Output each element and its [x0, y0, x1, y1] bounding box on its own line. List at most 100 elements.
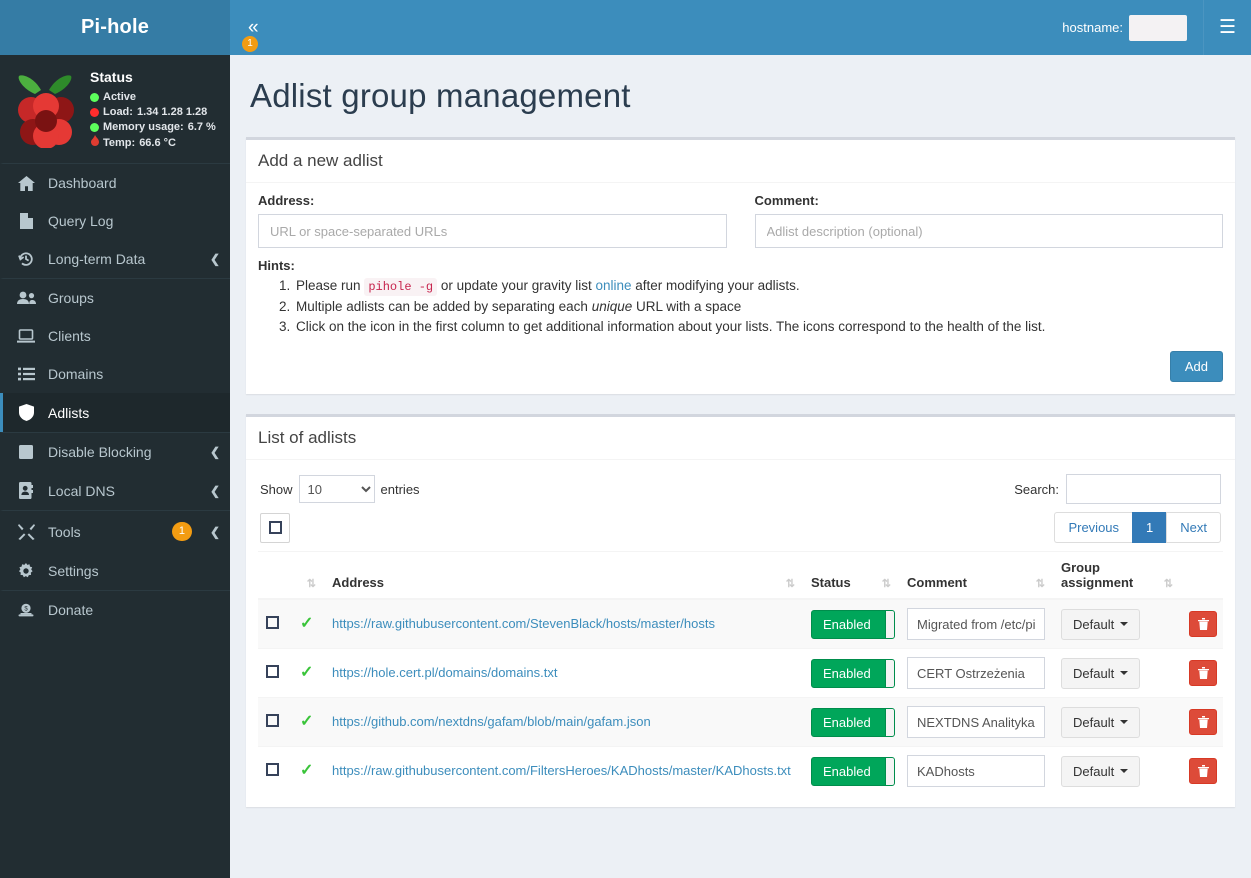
sidebar-item-settings[interactable]: Settings	[0, 552, 230, 590]
sidebar: Pi-hole Status Active Load: 1.34 1.28 1.…	[0, 0, 230, 878]
cell-health[interactable]: ✓	[292, 746, 324, 795]
table-controls-top: Show 10 entries Search:	[258, 470, 1223, 504]
hamburger-menu-icon[interactable]: ☰	[1203, 0, 1251, 55]
search-input[interactable]	[1066, 474, 1221, 504]
status-toggle-button[interactable]: Enabled	[811, 658, 895, 688]
cell-comment	[899, 598, 1053, 649]
row-comment-input[interactable]	[907, 706, 1045, 738]
th-group-assignment[interactable]: Group assignment ⇅	[1053, 551, 1181, 600]
address-label: Address:	[258, 193, 315, 208]
check-icon[interactable]: ✓	[300, 762, 313, 779]
check-icon[interactable]: ✓	[300, 664, 313, 681]
row-checkbox[interactable]	[266, 665, 279, 678]
chevron-left-icon: ❮	[209, 252, 220, 266]
adlist-url-link[interactable]: https://github.com/nextdns/gafam/blob/ma…	[332, 714, 651, 729]
row-comment-input[interactable]	[907, 608, 1045, 640]
raspberry-pi-logo-icon	[8, 67, 84, 151]
cell-comment	[899, 697, 1053, 747]
check-icon[interactable]: ✓	[300, 615, 313, 632]
file-icon	[16, 213, 36, 229]
sidebar-item-query-log[interactable]: Query Log	[0, 202, 230, 240]
donate-icon: $	[16, 603, 36, 618]
pagination-previous[interactable]: Previous	[1054, 512, 1133, 543]
table-row: ✓ https://github.com/nextdns/gafam/blob/…	[258, 697, 1223, 747]
sidebar-item-tools[interactable]: Tools 1 ❮	[0, 510, 230, 552]
cell-checkbox[interactable]	[258, 648, 292, 698]
cell-health[interactable]: ✓	[292, 697, 324, 747]
row-checkbox[interactable]	[266, 616, 279, 629]
sidebar-item-local-dns[interactable]: Local DNS ❮	[0, 471, 230, 510]
trash-icon	[1197, 716, 1209, 728]
hint-item-3: Click on the icon in the first column to…	[294, 317, 1223, 337]
group-label: Default	[1073, 714, 1115, 730]
row-checkbox[interactable]	[266, 763, 279, 776]
trash-icon	[1197, 765, 1209, 777]
group-assignment-dropdown[interactable]: Default	[1061, 657, 1141, 689]
adlist-url-link[interactable]: https://raw.githubusercontent.com/Steven…	[332, 616, 715, 631]
add-adlist-button[interactable]: Add	[1169, 351, 1223, 382]
sidebar-item-donate[interactable]: $ Donate	[0, 590, 230, 629]
cell-address: https://raw.githubusercontent.com/Filter…	[324, 746, 803, 795]
cell-checkbox[interactable]	[258, 697, 292, 747]
status-toggle-button[interactable]: Enabled	[811, 609, 895, 639]
adlist-url-link[interactable]: https://hole.cert.pl/domains/domains.txt	[332, 665, 557, 680]
th-status[interactable]: Status ⇅	[803, 551, 899, 600]
cell-health[interactable]: ✓	[292, 598, 324, 649]
adlist-table-box: List of adlists Show 10 entries Search:	[246, 414, 1235, 807]
th-address-label: Address	[332, 575, 385, 590]
cell-checkbox[interactable]	[258, 598, 292, 649]
chevron-down-icon	[1120, 720, 1129, 724]
address-input[interactable]	[258, 214, 727, 248]
pagination: Previous 1 Next	[1054, 512, 1221, 543]
sidebar-collapse-toggle[interactable]: « 1	[230, 18, 273, 52]
sidebar-item-adlists[interactable]: Adlists	[0, 393, 230, 432]
gravity-online-link[interactable]: online	[595, 278, 631, 293]
delete-row-button[interactable]	[1189, 660, 1217, 686]
pihole-admin-app: Pi-hole Status Active Load: 1.34 1.28 1.…	[0, 0, 1251, 878]
delete-row-button[interactable]	[1189, 611, 1217, 637]
status-memory-label: Memory usage:	[103, 121, 184, 133]
status-toggle-button[interactable]: Enabled	[811, 707, 895, 737]
add-adlist-title: Add a new adlist	[258, 151, 383, 170]
adlist-url-link[interactable]: https://raw.githubusercontent.com/Filter…	[332, 763, 791, 778]
delete-row-button[interactable]	[1189, 709, 1217, 735]
cell-checkbox[interactable]	[258, 746, 292, 795]
sidebar-item-disable-blocking[interactable]: Disable Blocking ❮	[0, 432, 230, 471]
adlists-table-body: ✓ https://raw.githubusercontent.com/Stev…	[258, 598, 1223, 795]
group-assignment-dropdown[interactable]: Default	[1061, 706, 1141, 738]
status-load-label: Load:	[103, 106, 133, 118]
tools-icon	[16, 523, 36, 540]
cell-group: Default	[1053, 598, 1181, 649]
comment-input[interactable]	[754, 214, 1223, 248]
flame-icon	[90, 135, 99, 151]
select-all-button[interactable]	[260, 512, 290, 543]
sidebar-item-domains[interactable]: Domains	[0, 355, 230, 393]
sidebar-item-clients[interactable]: Clients	[0, 317, 230, 355]
th-address[interactable]: Address ⇅	[324, 551, 803, 600]
cell-group: Default	[1053, 746, 1181, 795]
sort-icon: ⇅	[1035, 578, 1045, 590]
delete-row-button[interactable]	[1189, 758, 1217, 784]
status-toggle-button[interactable]: Enabled	[811, 756, 895, 786]
laptop-icon	[16, 329, 36, 343]
pagination-next[interactable]: Next	[1166, 512, 1221, 543]
sort-icon: ⇅	[1163, 578, 1173, 590]
sidebar-item-long-term-data[interactable]: Long-term Data ❮	[0, 240, 230, 278]
th-comment-label: Comment	[907, 575, 967, 590]
th-health[interactable]: ⇅	[292, 551, 324, 600]
cell-delete	[1181, 598, 1223, 649]
row-checkbox[interactable]	[266, 714, 279, 727]
sidebar-item-groups[interactable]: Groups	[0, 278, 230, 317]
brand-logo[interactable]: Pi-hole	[0, 0, 230, 55]
th-comment[interactable]: Comment ⇅	[899, 551, 1053, 600]
group-label: Default	[1073, 665, 1115, 681]
page-length-select[interactable]: 10	[298, 475, 375, 503]
group-assignment-dropdown[interactable]: Default	[1061, 608, 1141, 640]
row-comment-input[interactable]	[907, 657, 1045, 689]
group-assignment-dropdown[interactable]: Default	[1061, 755, 1141, 787]
check-icon[interactable]: ✓	[300, 713, 313, 730]
row-comment-input[interactable]	[907, 755, 1045, 787]
cell-health[interactable]: ✓	[292, 648, 324, 698]
sidebar-item-dashboard[interactable]: Dashboard	[0, 163, 230, 202]
cell-comment	[899, 648, 1053, 698]
